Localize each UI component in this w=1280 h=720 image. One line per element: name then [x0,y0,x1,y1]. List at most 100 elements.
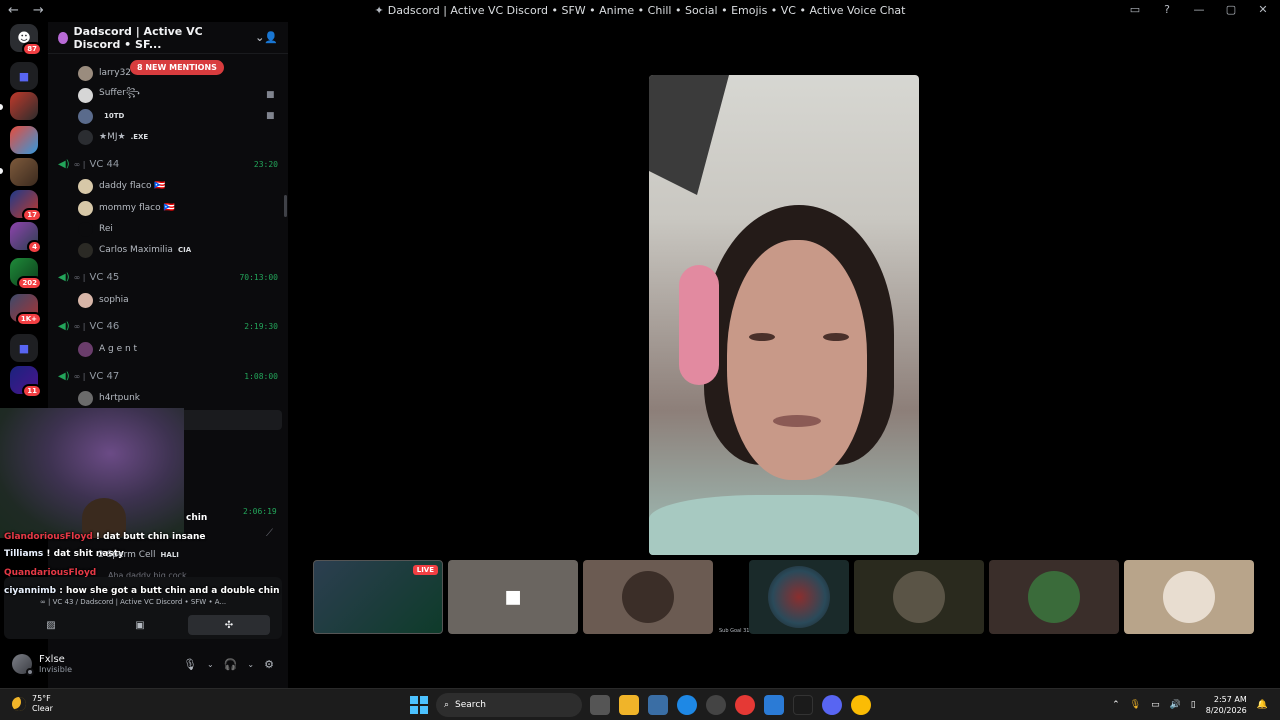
server-folder[interactable]: ■ [10,334,38,362]
search-box[interactable]: ⌕ Search [436,693,582,717]
voice-member[interactable]: 10TD ■ [78,107,275,125]
close-icon[interactable]: ✕ [1256,3,1270,16]
member-name: ★MJ★ [99,132,126,142]
speaker-icon: ◀) [58,271,70,283]
voice-channel-vc44[interactable]: ◀) ∞ | VC 44 23:20 [58,156,278,172]
system-tray: ⌃ 🎙 ▭ 🔊 ▯ 2:57 AM 8/20/2026 🔔 [1112,694,1268,716]
clock[interactable]: 2:57 AM 8/20/2026 [1206,694,1247,716]
server-icon[interactable]: 17 [10,190,42,222]
volume-icon[interactable]: 🔊 [1170,700,1181,710]
screen-share-button[interactable]: ▣ [99,615,181,635]
video-tile[interactable] [854,560,984,634]
avatar [78,221,93,237]
video-tile[interactable] [583,560,713,634]
voice-member[interactable]: h4rtpunk [78,389,140,407]
video-tile[interactable] [989,560,1119,634]
inbox-icon[interactable]: ▭ [1128,3,1142,16]
user-avatar[interactable] [12,654,34,676]
stream-tile[interactable]: LIVE [313,560,443,634]
edge-icon[interactable] [677,695,697,715]
chevron-down-icon: ⌄ [255,31,265,44]
network-icon[interactable]: ▭ [1151,700,1160,710]
file-explorer-icon[interactable] [619,695,639,715]
notification-icon[interactable]: 🔔 [1257,700,1268,710]
weather-widget[interactable]: 75°F Clear [12,694,53,714]
video-scope [768,566,830,628]
store-icon[interactable] [648,695,668,715]
minimize-icon[interactable]: — [1192,3,1206,16]
member-name: daddy flaco 🇵🇷 [99,181,166,191]
weather-condition: Clear [32,704,53,713]
video-background-shape [649,75,729,195]
server-icon[interactable]: 202 [10,258,42,290]
terminal-icon[interactable] [793,695,813,715]
voice-member[interactable]: Carlos Maximilia CIA [78,241,191,259]
server-icon[interactable] [10,126,38,154]
chevron-down-icon[interactable]: ⌄ [247,660,254,669]
task-view-icon[interactable] [590,695,610,715]
voice-channel-vc46[interactable]: ◀) ∞ | VC 46 2:19:30 [58,318,278,334]
avatar [893,571,945,623]
server-icon[interactable]: 1K+ [10,294,42,326]
camera-off-button[interactable]: ▨ [10,615,92,635]
gear-icon[interactable]: ⚙ [264,658,274,671]
voice-member[interactable]: Rei [78,220,113,238]
video-tile[interactable] [1124,560,1254,634]
chrome-icon[interactable] [735,695,755,715]
window-title-text: Dadscord | Active VC Discord • SFW • Ani… [387,4,906,17]
channel-timer: 70:13:00 [239,272,278,282]
avatar [78,292,93,308]
voice-channel-path[interactable]: ∞ | VC 43 / Dadscord | Active VC Discord… [40,598,226,606]
avatar [78,390,93,406]
chevron-up-icon[interactable]: ⌃ [1112,700,1120,710]
server-badge: 4 [27,240,42,254]
member-name: mommy flaco 🇵🇷 [99,203,175,213]
microphone-icon[interactable]: 🎙 [183,658,197,671]
camera-icon: ■ [504,586,522,608]
voice-member[interactable]: mommy flaco 🇵🇷 [78,199,175,217]
voice-channel-vc47[interactable]: ◀) ∞ | VC 47 1:08:00 [58,368,278,384]
channel-scrollbar[interactable] [284,195,287,217]
server-icon[interactable] [10,158,38,186]
channel-name: VC 44 [89,158,120,170]
server-header[interactable]: Dadscord | Active VC Discord • SF... ⌄ 👤 [48,22,288,54]
server-name: Dadscord | Active VC Discord • SF... [73,24,203,51]
chevron-down-icon[interactable]: ⌄ [207,660,214,669]
voice-member[interactable]: daddy flaco 🇵🇷 [78,177,166,195]
voice-channel-vc45[interactable]: ◀) ∞ | VC 45 70:13:00 [58,269,278,285]
voice-member[interactable]: 2 Sperm Cell HALI [98,546,179,564]
start-button[interactable] [410,696,428,714]
discord-icon[interactable] [822,695,842,715]
invite-people-icon[interactable]: 👤 [264,31,278,44]
voice-member[interactable]: Suffer꧂ ■ [78,86,275,104]
headphones-icon[interactable]: 🎧 [224,658,238,671]
member-name: Carlos Maximilia [99,245,173,255]
server-icon[interactable] [10,92,38,120]
user-controls: 🎙 ⌄ 🎧 ⌄ ⚙ [183,658,274,671]
server-icon[interactable]: 4 [10,222,42,254]
github-icon[interactable] [706,695,726,715]
server-folder[interactable]: ■ [10,62,38,90]
voice-member[interactable]: sophia [78,291,129,309]
infinity-icon: ∞ | [73,159,86,169]
overlay-chat-line: ciyannimb : how she got a butt chin and … [4,586,280,596]
home-button[interactable]: ☻ 87 [10,24,42,56]
user-names[interactable]: Fxlse Invisible [39,654,72,674]
help-icon[interactable]: ? [1160,3,1174,16]
home-badge: 87 [22,42,42,56]
voice-member[interactable]: larry32 [78,64,131,82]
chrome-icon[interactable] [851,695,871,715]
video-tile[interactable] [749,560,849,634]
voice-member[interactable]: A g e n t [78,340,137,358]
focused-video-tile[interactable] [649,75,919,555]
new-mentions-pill[interactable]: 8 NEW MENTIONS [130,60,224,75]
photos-icon[interactable] [764,695,784,715]
server-icon[interactable]: 11 [10,366,42,398]
maximize-icon[interactable]: ▢ [1224,3,1238,16]
microphone-icon[interactable]: 🎙 [1130,700,1141,710]
activities-button[interactable]: ✣ [188,615,270,635]
battery-icon[interactable]: ▯ [1191,700,1196,710]
server-badge: 17 [22,208,42,222]
voice-member[interactable]: ★MJ★ .EXE [78,128,148,146]
video-tile[interactable]: ■ [448,560,578,634]
